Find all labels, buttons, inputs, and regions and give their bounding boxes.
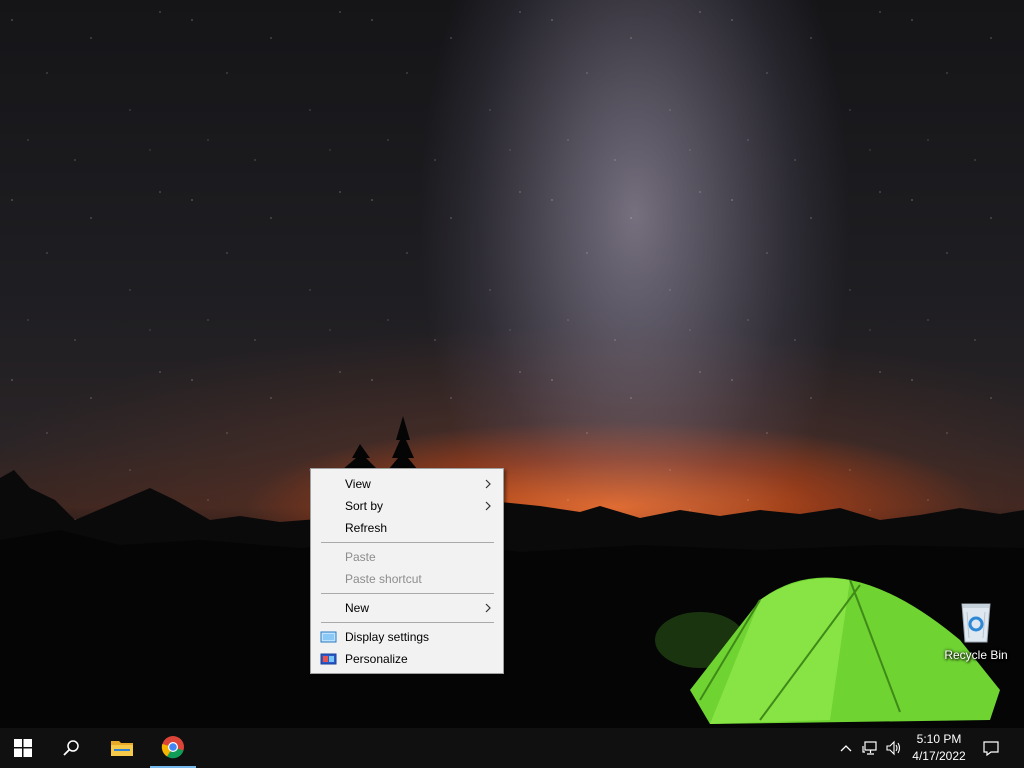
search-icon	[63, 740, 79, 756]
personalize-icon	[320, 653, 337, 665]
menu-item-view[interactable]: View	[311, 473, 503, 495]
start-button[interactable]	[0, 728, 46, 768]
menu-item-label: Refresh	[345, 521, 388, 535]
menu-item-new[interactable]: New	[311, 597, 503, 619]
menu-item-paste-shortcut[interactable]: Paste shortcut	[311, 568, 503, 590]
chevron-right-icon	[485, 501, 491, 511]
menu-item-refresh[interactable]: Refresh	[311, 517, 503, 539]
tray-date[interactable]: 4/17/2022	[904, 749, 974, 763]
taskbar-app-file-explorer[interactable]	[99, 728, 145, 768]
menu-item-label: View	[345, 477, 371, 491]
menu-item-label: Personalize	[345, 652, 408, 666]
chevron-right-icon	[485, 479, 491, 489]
display-icon	[320, 631, 337, 643]
chevron-up-icon[interactable]	[838, 740, 854, 756]
search-button[interactable]	[48, 728, 94, 768]
menu-item-personalize[interactable]: Personalize	[311, 648, 503, 670]
notification-icon[interactable]	[983, 740, 999, 756]
folder-icon	[111, 741, 133, 756]
recycle-bin-icon	[961, 603, 991, 643]
network-icon[interactable]	[862, 740, 878, 756]
chrome-icon	[161, 736, 184, 759]
menu-item-label: Display settings	[345, 630, 430, 644]
menu-item-sort-by[interactable]: Sort by	[311, 495, 503, 517]
menu-item-label: New	[345, 601, 370, 615]
desktop-context-menu: View Sort by Refresh Paste Paste shortcu…	[310, 468, 504, 674]
taskbar: 5:10 PM 4/17/2022	[0, 728, 1024, 768]
menu-separator	[321, 542, 494, 543]
desktop[interactable]: Recycle Bin View Sort by Refresh Paste P…	[0, 0, 1024, 768]
windows-logo-icon	[14, 739, 32, 757]
menu-item-paste[interactable]: Paste	[311, 546, 503, 568]
volume-icon[interactable]	[886, 740, 902, 756]
tray-time[interactable]: 5:10 PM	[904, 732, 974, 746]
wallpaper-tent	[655, 577, 1000, 724]
menu-item-label: Paste	[345, 550, 376, 564]
menu-separator	[321, 593, 494, 594]
menu-item-label: Paste shortcut	[345, 572, 422, 586]
menu-separator	[321, 622, 494, 623]
menu-item-display-settings[interactable]: Display settings	[311, 626, 503, 648]
taskbar-app-chrome[interactable]	[150, 728, 196, 768]
menu-item-label: Sort by	[345, 499, 384, 513]
recycle-bin-label: Recycle Bin	[944, 648, 1008, 662]
recycle-bin-shortcut[interactable]: Recycle Bin	[940, 600, 1012, 672]
chevron-right-icon	[485, 603, 491, 613]
